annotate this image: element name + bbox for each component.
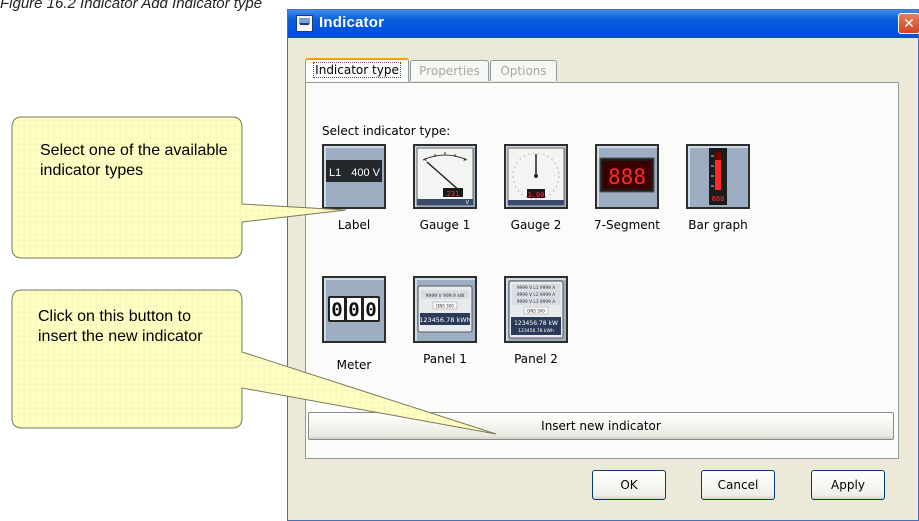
callout-overlay xyxy=(11,116,497,435)
tab-indicator-type[interactable]: Indicator type xyxy=(305,58,409,82)
callout-select-text: Select one of the available indicator ty… xyxy=(40,142,228,179)
tab-label: Indicator type xyxy=(313,62,401,78)
callout-insert-text: Click on this button to insert the new i… xyxy=(38,308,203,345)
callout-bubble-select xyxy=(11,116,347,259)
